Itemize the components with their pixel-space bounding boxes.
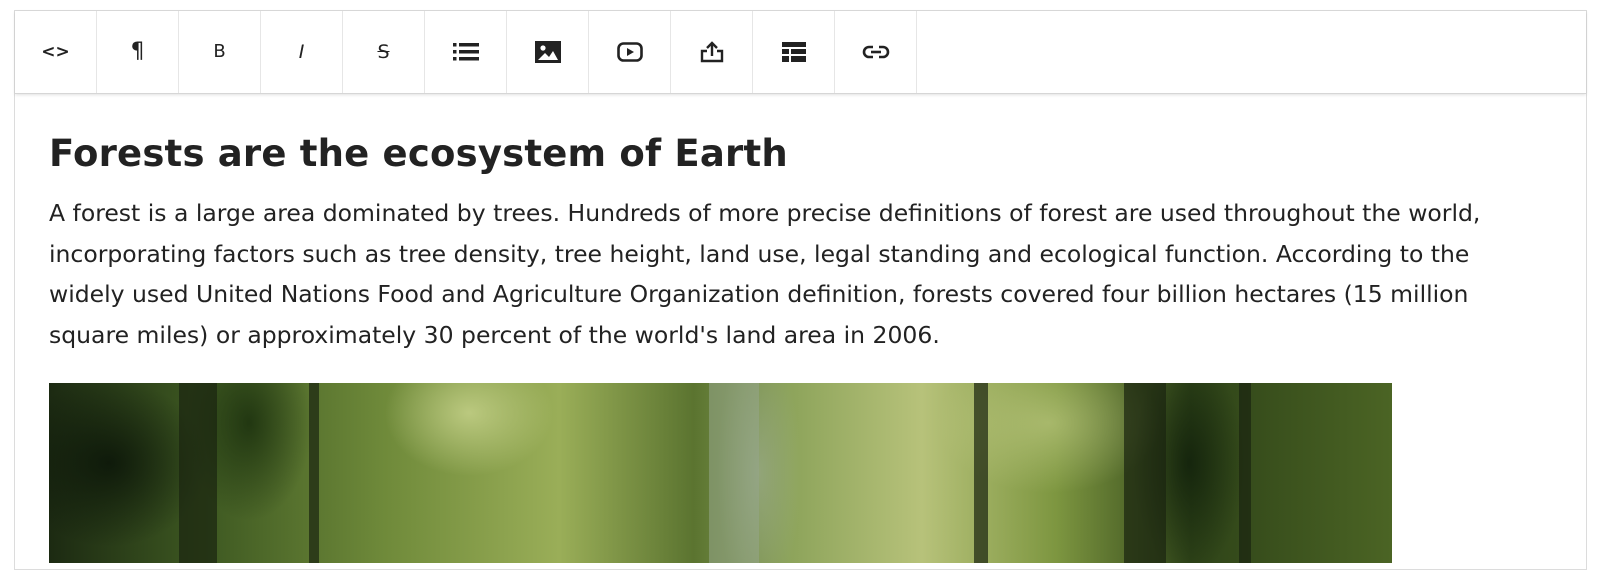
strikethrough-button[interactable]: S: [343, 11, 425, 93]
tree-trunk: [309, 383, 319, 563]
tree-trunk: [1124, 383, 1166, 563]
forest-photo[interactable]: [49, 383, 1392, 563]
image-button[interactable]: [507, 11, 589, 93]
italic-icon: I: [298, 40, 305, 63]
rich-text-editor: <> ¶ B I S Forests are the ecosystem of …: [14, 10, 1587, 570]
video-icon: [616, 42, 643, 62]
bold-icon: B: [213, 41, 226, 62]
paragraph-icon: ¶: [130, 39, 145, 64]
video-button[interactable]: [589, 11, 671, 93]
tree-trunk: [709, 383, 759, 563]
italic-button[interactable]: I: [261, 11, 343, 93]
file-button[interactable]: [671, 11, 753, 93]
link-button[interactable]: [835, 11, 917, 93]
document-paragraph: A forest is a large area dominated by tr…: [49, 199, 1481, 349]
list-button[interactable]: [425, 11, 507, 93]
editor-content[interactable]: Forests are the ecosystem of Earth A for…: [15, 94, 1586, 563]
tree-trunk: [974, 383, 988, 563]
table-icon: [781, 42, 806, 62]
bold-button[interactable]: B: [179, 11, 261, 93]
strikethrough-icon: S: [377, 40, 390, 63]
html-button[interactable]: <>: [15, 11, 97, 93]
format-button[interactable]: ¶: [97, 11, 179, 93]
table-button[interactable]: [753, 11, 835, 93]
file-upload-icon: [700, 41, 723, 63]
editor-toolbar: <> ¶ B I S: [15, 11, 1586, 94]
link-icon: [862, 45, 889, 59]
tree-trunk: [179, 383, 217, 563]
list-icon: [452, 43, 479, 61]
code-view-icon: <>: [41, 41, 70, 62]
image-icon: [534, 41, 561, 63]
document-heading: Forests are the ecosystem of Earth: [49, 132, 788, 175]
tree-trunk: [1239, 383, 1251, 563]
